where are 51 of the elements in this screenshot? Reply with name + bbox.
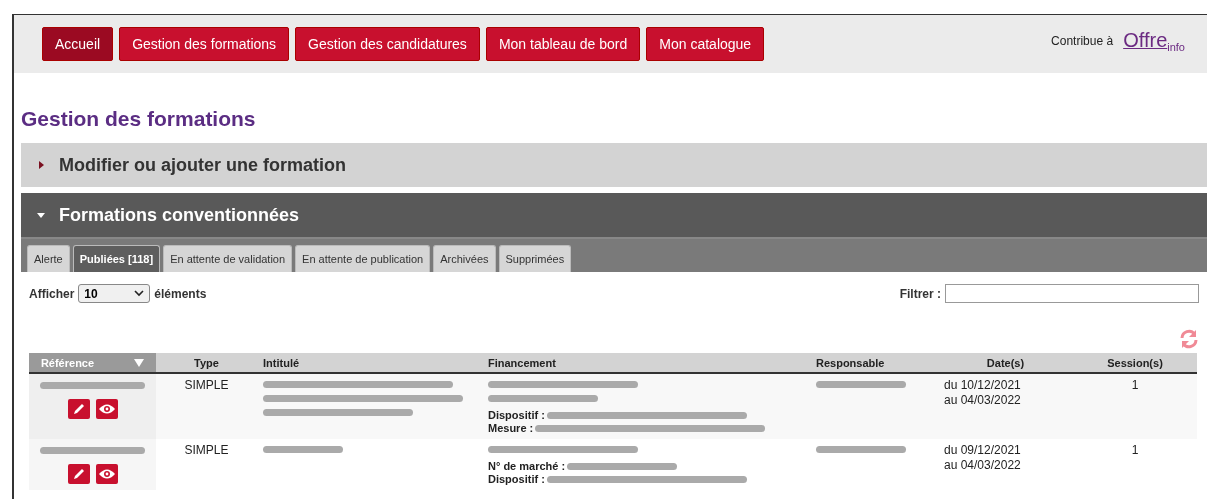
tab[interactable]: Archivées	[433, 245, 496, 272]
type-text: SIMPLE	[184, 378, 229, 392]
column-header[interactable]: Responsable	[810, 353, 938, 373]
date-text: au 04/03/2022	[944, 458, 1022, 473]
date-text: du 09/12/2021	[944, 443, 1022, 458]
eye-icon	[97, 468, 116, 480]
column-header[interactable]: Financement	[482, 353, 810, 373]
nav-button[interactable]: Gestion des candidatures	[295, 27, 480, 61]
edit-button[interactable]	[67, 399, 90, 419]
type-text: SIMPLE	[184, 443, 229, 457]
accordion-header[interactable]: Formations conventionnées	[21, 193, 1207, 237]
sessions-text: 1	[1131, 378, 1139, 392]
sort-icon	[134, 358, 145, 367]
pencil-icon	[71, 402, 86, 416]
eye-icon	[97, 403, 116, 415]
column-header[interactable]: Intitulé	[257, 353, 482, 373]
filter-label: Filtrer :	[899, 286, 941, 301]
nav-button[interactable]: Mon catalogue	[646, 27, 765, 61]
elements-label: éléments	[154, 286, 207, 301]
edit-button[interactable]	[67, 464, 90, 484]
contribute-text: Contribue à	[1051, 34, 1114, 48]
pencil-icon	[71, 467, 86, 481]
chevron-icon	[134, 290, 145, 297]
nav-button[interactable]: Accueil	[42, 27, 114, 61]
page-size-select[interactable]: 10	[78, 284, 151, 303]
view-button[interactable]	[95, 399, 118, 419]
filter-field[interactable]	[945, 284, 1199, 303]
nav-button[interactable]: Mon tableau de bord	[485, 27, 641, 61]
field-label: N° de marché :	[488, 460, 566, 472]
tab[interactable]: Alerte	[27, 245, 70, 272]
column-header[interactable]: Type	[156, 353, 257, 373]
caret-icon	[37, 161, 45, 169]
tab[interactable]: Publiées [118]	[72, 245, 161, 272]
field-label: Mesure :	[488, 422, 534, 434]
nav-button[interactable]: Gestion des formations	[119, 27, 290, 61]
tab[interactable]: En attente de validation	[163, 245, 293, 272]
column-header[interactable]: Date(s)	[938, 353, 1073, 373]
column-header[interactable]: Session(s)	[1073, 353, 1197, 373]
date-text: au 04/03/2022	[944, 393, 1022, 408]
field-label: Dispositif :	[488, 409, 545, 421]
tab[interactable]: En attente de publication	[295, 245, 431, 272]
tab[interactable]: Supprimées	[498, 245, 572, 272]
sessions-text: 1	[1131, 443, 1139, 457]
date-text: du 10/12/2021	[944, 378, 1022, 393]
view-button[interactable]	[95, 464, 118, 484]
logo-link[interactable]: Offre$_{info}$	[1123, 28, 1185, 54]
page-title: Gestion des formations	[21, 107, 257, 131]
caret-icon	[37, 211, 45, 219]
show-label: Afficher	[29, 286, 75, 301]
accordion-header[interactable]: Modifier ou ajouter une formation	[21, 143, 1207, 187]
field-label: Dispositif :	[488, 473, 545, 485]
